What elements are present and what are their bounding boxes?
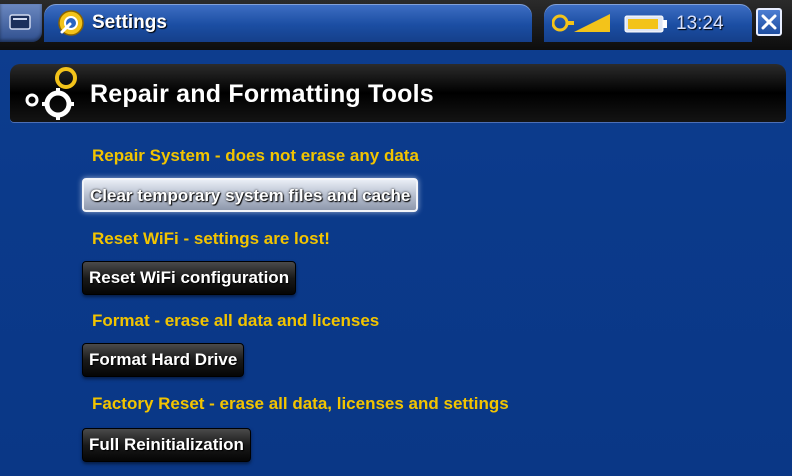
close-button[interactable] <box>756 8 782 36</box>
settings-app-icon <box>58 10 84 36</box>
repair-system-label: Repair System - does not erase any data <box>92 146 419 165</box>
gears-icon <box>25 67 77 120</box>
format-label: Format - erase all data and licenses <box>92 311 380 330</box>
close-icon <box>761 14 777 30</box>
factory-reset-label: Factory Reset - erase all data, licenses… <box>92 394 509 413</box>
menu-button[interactable] <box>0 4 42 42</box>
reset-wifi-label: Reset WiFi - settings are lost! <box>92 229 330 248</box>
reset-wifi-button[interactable]: Reset WiFi configuration <box>82 261 297 295</box>
page-title: Repair and Formatting Tools <box>90 80 434 108</box>
app-title: Settings <box>92 12 167 33</box>
battery-icon <box>624 15 667 33</box>
clock: 13:24 <box>676 13 724 34</box>
clear-cache-button[interactable]: Clear temporary system files and cache <box>82 178 419 212</box>
device-screen: Settings 13:24 Repair and Formatting Too… <box>0 0 792 476</box>
full-reinitialization-button[interactable]: Full Reinitialization <box>82 428 251 462</box>
signal-icon <box>552 14 610 32</box>
format-hard-drive-button[interactable]: Format Hard Drive <box>82 343 245 377</box>
menu-icon <box>9 14 31 30</box>
